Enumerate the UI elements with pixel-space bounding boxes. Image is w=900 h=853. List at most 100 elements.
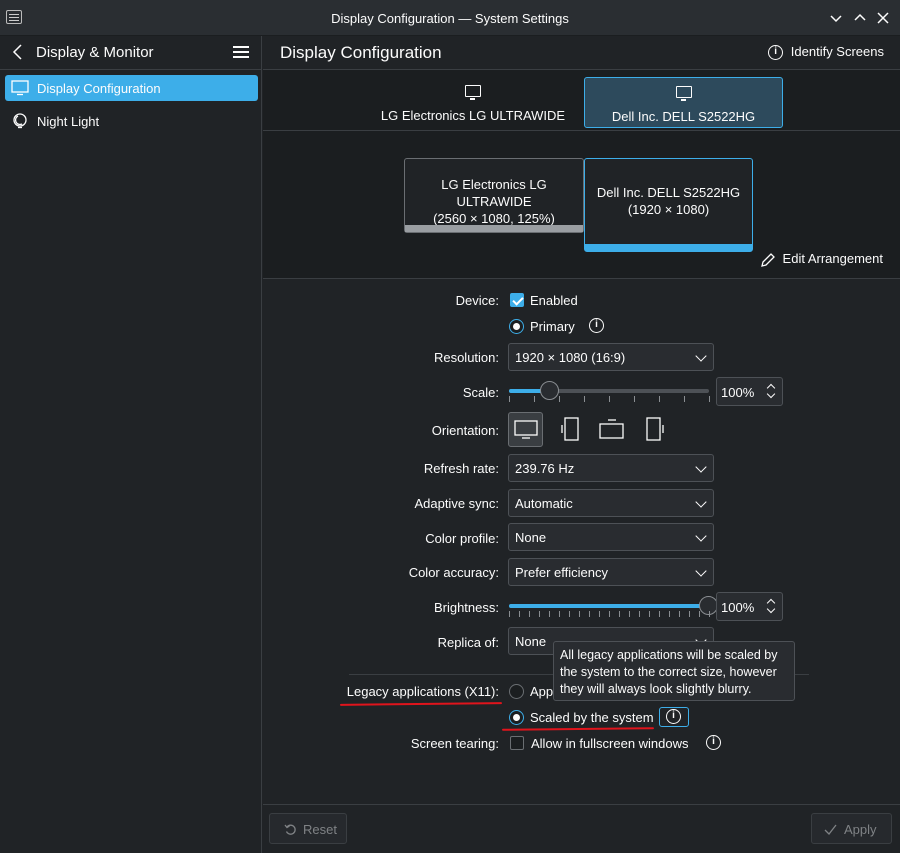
slider-tick	[709, 611, 710, 617]
sidebar-item-label: Display Configuration	[37, 81, 161, 96]
enabled-label: Enabled	[530, 293, 578, 308]
primary-label: Primary	[530, 319, 575, 334]
orientation-inverted-button[interactable]	[595, 412, 630, 447]
arrangement-screen-lg[interactable]: LG Electronics LG ULTRAWIDE (2560 × 1080…	[404, 158, 584, 233]
edit-arrangement-button[interactable]: Edit Arrangement	[760, 251, 883, 268]
close-icon[interactable]	[874, 9, 892, 27]
monitor-icon	[675, 86, 692, 101]
legacy-scaled-by-system-label: Scaled by the system	[530, 710, 654, 725]
title-bar: Display Configuration — System Settings	[0, 0, 900, 36]
slider-tick	[659, 396, 660, 402]
spin-down-icon[interactable]	[766, 389, 776, 399]
orientation-label: Orientation:	[431, 423, 499, 438]
tab-label: Dell Inc. DELL S2522HG	[611, 109, 756, 124]
allow-tearing-checkbox[interactable]	[510, 736, 524, 750]
orientation-landscape-button[interactable]	[508, 412, 543, 447]
scale-spinbox[interactable]: 100%	[716, 377, 783, 406]
legacy-scaled-by-system-radio[interactable]	[509, 710, 524, 725]
legacy-info-button[interactable]: i	[659, 707, 689, 727]
scale-label: Scale:	[462, 385, 499, 400]
slider-tick	[589, 611, 590, 617]
device-label: Device:	[455, 293, 499, 308]
enabled-checkbox[interactable]	[510, 293, 524, 307]
edit-arrangement-label: Edit Arrangement	[782, 251, 883, 266]
legacy-apply-themselves-label: App	[530, 684, 554, 699]
monitor-icon	[11, 80, 29, 96]
portrait-left-icon	[561, 417, 579, 441]
hamburger-menu-icon[interactable]	[233, 46, 249, 58]
scale-value: 100%	[721, 385, 755, 400]
chevron-down-icon	[695, 350, 707, 362]
back-arrow-icon[interactable]	[12, 44, 24, 60]
slider-tick	[609, 611, 610, 617]
brightness-slider-fill	[509, 604, 709, 608]
reset-button[interactable]: Reset	[269, 813, 347, 844]
resolution-label: Resolution:	[433, 350, 499, 365]
tab-dell-s2522hg[interactable]: Dell Inc. DELL S2522HG	[584, 77, 783, 128]
sidebar-item-display-configuration[interactable]: Display Configuration	[5, 75, 258, 101]
slider-tick	[619, 611, 620, 617]
slider-tick	[659, 611, 660, 617]
slider-tick	[579, 611, 580, 617]
adaptive-sync-select[interactable]: Automatic	[508, 489, 714, 517]
primary-radio[interactable]	[509, 319, 524, 334]
slider-tick	[629, 611, 630, 617]
orientation-portrait-right-button[interactable]	[638, 412, 673, 447]
allow-tearing-label: Allow in fullscreen windows	[531, 736, 689, 751]
chevron-down-icon	[695, 530, 707, 542]
tooltip-line: the system to the correct size, however	[560, 665, 777, 679]
orientation-portrait-left-button[interactable]	[552, 412, 587, 447]
spin-down-icon[interactable]	[766, 604, 776, 614]
screen-tabs: LG Electronics LG ULTRAWIDE Dell Inc. DE…	[263, 69, 900, 131]
adaptive-sync-value: Automatic	[515, 496, 573, 511]
info-icon: i	[666, 709, 681, 724]
screen-name: Dell Inc. DELL S2522HG	[596, 185, 741, 200]
screen-tearing-label: Screen tearing:	[410, 736, 499, 751]
brightness-value: 100%	[721, 600, 755, 615]
slider-tick	[549, 611, 550, 617]
checkmark-icon	[824, 824, 837, 835]
tooltip-line: they will always look slightly blurry.	[560, 682, 752, 696]
maximize-icon[interactable]	[851, 9, 869, 27]
color-accuracy-value: Prefer efficiency	[515, 565, 608, 580]
identify-screens-button[interactable]: i Identify Screens	[768, 44, 884, 61]
primary-info-icon[interactable]: i	[589, 318, 604, 333]
slider-tick	[529, 611, 530, 617]
slider-tick	[684, 396, 685, 402]
reset-label: Reset	[303, 822, 337, 837]
pencil-icon	[761, 252, 775, 267]
resolution-select[interactable]: 1920 × 1080 (16:9)	[508, 343, 714, 371]
brightness-spinbox[interactable]: 100%	[716, 592, 783, 621]
slider-tick	[689, 611, 690, 617]
sidebar-item-night-light[interactable]: Night Light	[5, 108, 258, 134]
slider-tick	[534, 396, 535, 402]
brightness-ticks	[509, 611, 710, 617]
brightness-slider[interactable]	[509, 596, 718, 615]
legacy-applications-label: Legacy applications (X11):	[346, 684, 499, 699]
apply-button[interactable]: Apply	[811, 813, 892, 844]
color-accuracy-select[interactable]: Prefer efficiency	[508, 558, 714, 586]
refresh-rate-select[interactable]: 239.76 Hz	[508, 454, 714, 482]
screen-bar	[585, 244, 752, 251]
page-header: Display Configuration i Identify Screens	[263, 36, 900, 69]
slider-tick	[569, 611, 570, 617]
scale-slider[interactable]	[509, 381, 709, 400]
legacy-apply-themselves-radio[interactable]	[509, 684, 524, 699]
slider-tick	[609, 396, 610, 402]
minimize-icon[interactable]	[827, 9, 845, 27]
screen-name: LG Electronics LG ULTRAWIDE	[441, 177, 547, 209]
chevron-down-icon	[695, 565, 707, 577]
arrangement-screen-dell[interactable]: Dell Inc. DELL S2522HG (1920 × 1080)	[584, 158, 753, 252]
sidebar-title: Display & Monitor	[36, 44, 154, 61]
legacy-scaling-tooltip: All legacy applications will be scaled b…	[553, 641, 795, 701]
slider-tick	[634, 396, 635, 402]
tab-lg-ultrawide[interactable]: LG Electronics LG ULTRAWIDE	[373, 77, 573, 128]
color-profile-select[interactable]: None	[508, 523, 714, 551]
color-accuracy-label: Color accuracy:	[408, 565, 499, 580]
tearing-info-icon[interactable]: i	[706, 735, 721, 750]
tab-label: LG Electronics LG ULTRAWIDE	[380, 108, 566, 123]
footer-bar: Reset Apply	[263, 804, 900, 853]
scale-ticks	[509, 396, 710, 402]
sidebar: Display & Monitor Display Configuration …	[0, 36, 262, 853]
window-title: Display Configuration — System Settings	[331, 11, 569, 26]
